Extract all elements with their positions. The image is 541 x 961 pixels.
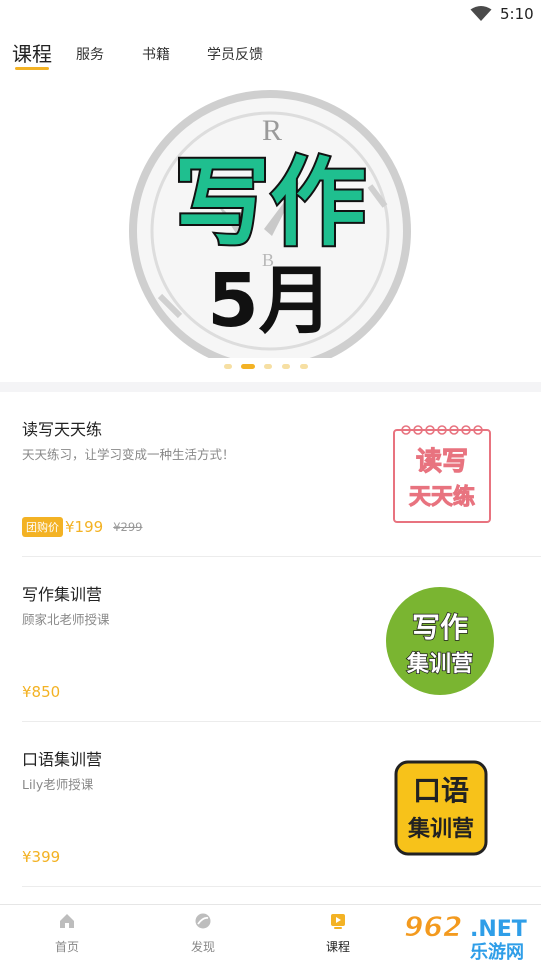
banner-subtitle: 5月 <box>207 258 333 344</box>
banner-carousel[interactable]: R B 写作 5月 <box>0 86 541 358</box>
price-row: 团购价 ¥199 ¥299 <box>22 516 143 537</box>
svg-text:乐游网: 乐游网 <box>470 941 524 961</box>
course-price: ¥199 <box>65 517 104 536</box>
tab-books[interactable]: 书籍 <box>142 44 170 64</box>
nav-item-courses[interactable]: 课程 <box>298 905 378 961</box>
svg-text:写作: 写作 <box>412 611 468 644</box>
course-subtitle: 天天练习，让学习变成一种生活方式！ <box>22 447 235 462</box>
course-thumbnail: 口语 集训营 <box>394 760 488 856</box>
price-row: ¥850 <box>22 681 60 701</box>
tab-feedback[interactable]: 学员反馈 <box>207 44 263 64</box>
course-thumbnail: 写作 集训营 <box>386 587 494 695</box>
carousel-dot[interactable] <box>224 364 232 369</box>
carousel-dot[interactable] <box>264 364 272 369</box>
svg-text:集训营: 集训营 <box>406 651 473 677</box>
course-icon <box>331 914 345 929</box>
wifi-icon <box>470 6 492 21</box>
course-title: 写作集训营 <box>22 585 103 604</box>
course-thumbnail: 读写 天天练 <box>393 425 491 523</box>
course-subtitle: Lily老师授课 <box>22 777 94 792</box>
svg-text:.NET: .NET <box>470 917 527 942</box>
nav-label-home: 首页 <box>54 940 79 954</box>
tab-courses[interactable]: 课程 <box>12 38 52 67</box>
tab-active-indicator <box>15 67 49 70</box>
course-item-reading-writing[interactable]: 读写天天练 天天练习，让学习变成一种生活方式！ 团购价 ¥199 ¥299 读写 天… <box>0 392 541 557</box>
status-time: 5:10 <box>500 5 534 23</box>
svg-text:天天练: 天天练 <box>409 484 475 510</box>
course-title: 口语集训营 <box>22 750 103 769</box>
svg-text:读写: 读写 <box>416 447 468 477</box>
course-item-writing-camp[interactable]: 写作集训营 顾家北老师授课 ¥850 写作 集训营 <box>0 557 541 722</box>
price-row: ¥399 <box>22 846 60 866</box>
course-item-speaking-camp[interactable]: 口语集训营 Lily老师授课 ¥399 口语 集训营 <box>0 722 541 887</box>
course-original-price: ¥299 <box>113 519 143 534</box>
course-price: ¥850 <box>22 682 61 701</box>
svg-text:口语: 口语 <box>413 774 469 807</box>
nav-label-discover: 发现 <box>190 940 215 954</box>
carousel-dot-active[interactable] <box>241 364 255 369</box>
course-list: 读写天天练 天天练习，让学习变成一种生活方式！ 团购价 ¥199 ¥299 读写 天… <box>0 392 541 904</box>
course-subtitle: 顾家北老师授课 <box>22 612 110 627</box>
nav-label-courses: 课程 <box>325 940 350 954</box>
top-tabs: 课程 服务 书籍 学员反馈 <box>0 38 541 78</box>
home-icon <box>60 914 74 928</box>
site-watermark: 962 .NET 乐游网 <box>404 910 527 961</box>
nav-item-discover[interactable]: 发现 <box>163 905 243 961</box>
divider <box>22 886 541 887</box>
banner-title: 写作 <box>174 147 366 259</box>
discover-icon <box>195 913 211 929</box>
carousel-indicator <box>0 364 541 372</box>
tab-services[interactable]: 服务 <box>76 44 104 64</box>
course-price: ¥399 <box>22 847 61 866</box>
course-title: 读写天天练 <box>22 420 103 439</box>
banner-image: R B 写作 5月 <box>129 90 411 358</box>
svg-text:集训营: 集训营 <box>407 816 474 842</box>
status-bar: 5:10 <box>0 0 541 30</box>
clock-letter-r: R <box>262 114 282 147</box>
carousel-dot[interactable] <box>300 364 308 369</box>
group-price-badge: 团购价 <box>22 516 63 537</box>
carousel-dot[interactable] <box>282 364 290 369</box>
nav-item-home[interactable]: 首页 <box>27 905 107 961</box>
svg-text:962: 962 <box>404 910 462 943</box>
